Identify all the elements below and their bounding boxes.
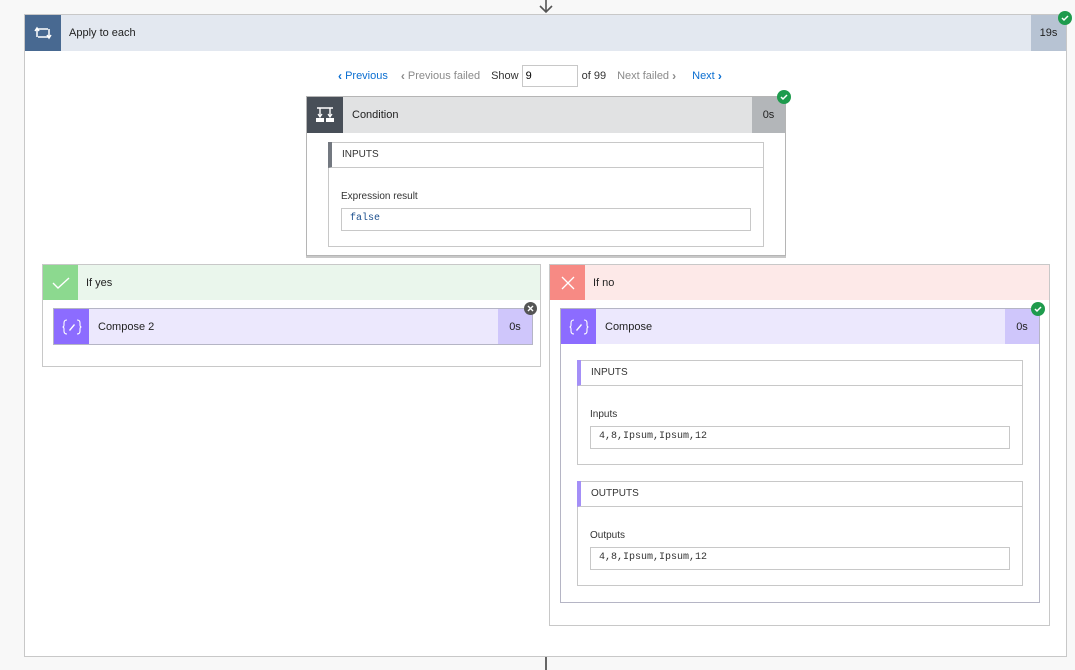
condition-title: Condition [352, 109, 399, 121]
apply-to-each-title: Apply to each [69, 27, 136, 39]
outputs-value: 4,8,Ipsum,Ipsum,12 [590, 547, 1010, 570]
skipped-x-icon [524, 302, 537, 315]
previous-button[interactable]: ‹ Previous [338, 69, 388, 83]
iteration-pager: ‹ Previous ‹ Previous failed Show of 99 … [338, 65, 722, 87]
compose-2-card: Compose 2 0s [53, 308, 533, 345]
if-no-branch: If no Compose 0s INPUTS Inputs 4,8,Ipsum… [549, 264, 1050, 626]
previous-failed-button[interactable]: ‹ Previous failed [401, 69, 480, 83]
if-yes-title: If yes [86, 276, 113, 289]
success-check-icon [777, 90, 791, 104]
compose-2-title: Compose 2 [98, 320, 155, 333]
close-x-icon [550, 265, 585, 300]
condition-header[interactable]: Condition 0s [307, 97, 785, 133]
chevron-left-icon: ‹ [400, 69, 405, 83]
down-arrow-icon [539, 0, 553, 14]
next-button[interactable]: Next › [692, 69, 722, 83]
success-check-icon [1058, 11, 1072, 25]
if-yes-header[interactable]: If yes [43, 265, 540, 300]
inputs-header[interactable]: INPUTS [328, 142, 763, 168]
apply-to-each-card: Apply to each 19s ‹ Previous ‹ Previous … [24, 11, 1072, 657]
outputs-header[interactable]: OUTPUTS [577, 481, 1022, 507]
condition-inputs-section: INPUTS Expression result false [328, 142, 764, 247]
chevron-left-icon: ‹ [338, 69, 342, 83]
outputs-label: Outputs [590, 530, 626, 541]
apply-to-each-header[interactable]: Apply to each 19s [25, 15, 1066, 51]
chevron-right-icon: › [672, 69, 677, 83]
compose-icon [561, 309, 596, 344]
compose-title: Compose [605, 320, 653, 333]
chevron-right-icon: › [717, 69, 722, 83]
loop-icon [25, 15, 61, 51]
if-yes-branch: If yes Compose 2 0s [42, 264, 541, 367]
inputs-header[interactable]: INPUTS [577, 360, 1022, 386]
next-failed-button[interactable]: Next failed › [617, 69, 676, 83]
iteration-input[interactable] [521, 65, 578, 87]
expression-result-value: false [341, 208, 751, 231]
connector-line [545, 657, 547, 670]
if-no-title: If no [593, 276, 615, 289]
show-label: Show [491, 70, 519, 82]
inputs-label: Inputs [590, 409, 618, 420]
success-check-icon [1031, 302, 1045, 316]
iteration-total: of 99 [581, 70, 607, 82]
compose-outputs-section: OUTPUTS Outputs 4,8,Ipsum,Ipsum,12 [577, 481, 1023, 586]
condition-card: Condition 0s INPUTS Expression result fa… [306, 96, 786, 258]
if-no-header[interactable]: If no [550, 265, 1049, 300]
compose-header[interactable]: Compose 0s [561, 309, 1039, 344]
compose-card: Compose 0s INPUTS Inputs 4,8,Ipsum,Ipsum… [560, 308, 1040, 603]
condition-icon [307, 97, 343, 133]
compose-icon [54, 309, 89, 344]
compose-inputs-section: INPUTS Inputs 4,8,Ipsum,Ipsum,12 [577, 360, 1023, 465]
compose-2-header[interactable]: Compose 2 0s [54, 309, 532, 344]
expression-result-label: Expression result [341, 191, 418, 202]
checkmark-icon [43, 265, 78, 300]
inputs-value: 4,8,Ipsum,Ipsum,12 [590, 426, 1010, 449]
